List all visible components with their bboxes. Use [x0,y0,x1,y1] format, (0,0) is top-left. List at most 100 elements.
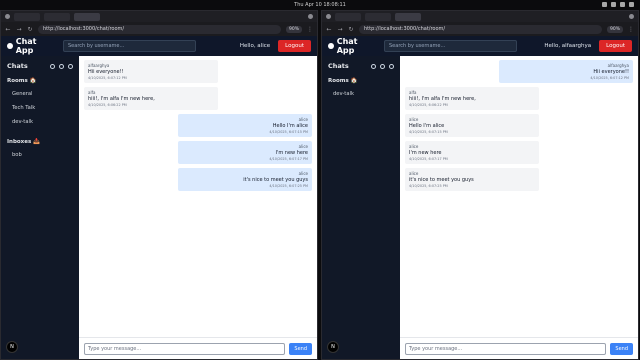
logout-button[interactable]: Logout [278,40,311,52]
zoom-level[interactable]: 90% [606,25,623,33]
settings-icon[interactable] [68,63,73,69]
message-text: hiii!, I'm alfa I'm new here, [409,96,476,102]
menu-icon[interactable]: ⋮ [628,26,634,33]
close-window-icon[interactable] [629,14,634,19]
message-timestamp: 4/10/2025, 6:07:15 PM [269,130,308,134]
close-window-icon[interactable] [308,14,313,19]
user-search-input[interactable]: Search by username... [384,40,517,52]
message-sender: alfa [409,90,417,95]
forward-icon[interactable]: → [337,26,343,33]
message-text: Hello I'm alice [272,123,308,129]
app-brand: Chat App [7,37,55,55]
chat-panel: alfaarghya Hii everyone!! 4/10/2025, 6:0… [400,56,638,359]
new-chat-icon[interactable] [50,63,55,69]
browser-tab[interactable] [335,12,361,21]
message-input[interactable]: Type your message... [405,342,607,355]
inboxes-section-title: Inboxes 📥 [7,139,40,145]
window-menu-icon[interactable] [5,14,10,19]
volume-icon[interactable] [611,2,616,7]
forward-icon[interactable]: → [16,26,22,33]
message-composer: Type your message... Send [400,337,638,359]
back-icon[interactable]: ← [326,26,332,33]
message-input[interactable]: Type your message... [84,342,286,355]
sidebar: Chats Rooms 🏠 General Tech Talk dev-talk… [1,56,79,359]
send-button[interactable]: Send [610,342,633,355]
message-text: it's nice to meet you guys [409,177,474,183]
message-text: I'm new here [275,150,309,156]
sidebar-header: Chats [1,56,79,74]
sidebar-room-item[interactable]: General [1,87,79,101]
message-sender: alfa [88,90,96,95]
address-bar[interactable]: http://localhost:3000/chat/room/ [38,24,281,34]
back-icon[interactable]: ← [5,26,11,33]
sidebar-room-item[interactable]: dev-talk [1,115,79,129]
message-timestamp: 4/10/2025, 6:07:25 PM [409,184,448,188]
message-bubble: alice Hello I'm alice 4/10/2025, 6:07:15… [178,114,312,137]
message-timestamp: 4/10/2025, 6:07:25 PM [269,184,308,188]
message-bubble: alfa hiii!, I'm alfa I'm new here, 4/10/… [84,87,218,110]
reload-icon[interactable]: ↻ [348,26,354,33]
window-menu-icon[interactable] [326,14,331,19]
message-list: alfaarghya Hii everyone!! 4/10/2025, 6:0… [79,56,317,337]
browser-navbar: ← → ↻ http://localhost:3000/chat/room/ 9… [322,22,638,36]
join-room-icon[interactable] [380,63,385,69]
address-bar[interactable]: http://localhost:3000/chat/room/ [359,24,602,34]
chat-app: Chat App Search by username... Hello, al… [1,36,317,359]
sidebar: Chats Rooms 🏠 dev-talk N [322,56,400,359]
browser-tab-active[interactable] [395,12,421,21]
message-sender: alice [298,117,308,122]
logout-button[interactable]: Logout [599,40,632,52]
chat-bubble-icon [7,43,13,49]
message-timestamp: 4/10/2025, 6:06:22 PM [88,103,127,107]
message-text: it's nice to meet you guys [243,177,308,183]
chat-app: Chat App Search by username... Hello, al… [322,36,638,359]
browser-tab[interactable] [14,12,40,21]
message-list: alfaarghya Hii everyone!! 4/10/2025, 6:0… [400,56,638,337]
chat-panel: alfaarghya Hii everyone!! 4/10/2025, 6:0… [79,56,317,359]
avatar[interactable]: N [6,341,18,353]
sidebar-inbox-item[interactable]: bob [1,148,79,162]
message-timestamp: 4/10/2025, 6:06:22 PM [409,103,448,107]
system-top-bar: Thu Apr 10 18:08:11 [0,0,640,10]
chats-title: Chats [328,62,349,70]
browser-window-right: ← → ↻ http://localhost:3000/chat/room/ 9… [321,10,639,360]
message-sender: alice [298,144,308,149]
battery-icon[interactable] [620,2,625,7]
avatar[interactable]: N [327,341,339,353]
user-search-input[interactable]: Search by username... [63,40,196,52]
message-sender: alice [409,144,419,149]
message-text: Hello I'm alice [409,123,445,129]
sidebar-room-item[interactable]: dev-talk [322,87,400,101]
message-timestamp: 4/10/2025, 6:07:12 PM [88,76,127,80]
message-timestamp: 4/10/2025, 6:07:15 PM [409,130,448,134]
app-brand: Chat App [328,37,376,55]
app-title: Chat App [15,37,37,55]
rooms-section-title: Rooms 🏠 [7,78,37,84]
message-sender: alice [298,171,308,176]
message-bubble: alice I'm new here 4/10/2025, 6:07:17 PM [178,141,312,164]
browser-tab[interactable] [44,12,70,21]
message-bubble: alice Hello I'm alice 4/10/2025, 6:07:15… [405,114,539,137]
message-timestamp: 4/10/2025, 6:07:17 PM [269,157,308,161]
reload-icon[interactable]: ↻ [27,26,33,33]
sidebar-room-item[interactable]: Tech Talk [1,101,79,115]
system-clock: Thu Apr 10 18:08:11 [294,2,346,8]
browser-tab[interactable] [365,12,391,21]
message-bubble: alfaarghya Hii everyone!! 4/10/2025, 6:0… [84,60,218,83]
message-bubble: alfaarghya Hii everyone!! 4/10/2025, 6:0… [499,60,633,83]
join-room-icon[interactable] [59,63,64,69]
new-chat-icon[interactable] [371,63,376,69]
message-sender: alfaarghya [607,63,629,68]
message-text: Hii everyone!! [88,69,124,75]
menu-icon[interactable]: ⋮ [307,26,313,33]
power-icon[interactable] [629,2,634,7]
wifi-icon[interactable] [602,2,607,7]
send-button[interactable]: Send [289,342,312,355]
zoom-level[interactable]: 90% [285,25,302,33]
message-text: hiii!, I'm alfa I'm new here, [88,96,155,102]
message-sender: alfaarghya [88,63,110,68]
browser-tab-active[interactable] [74,12,100,21]
tab-strip [1,11,317,22]
message-bubble: alice it's nice to meet you guys 4/10/20… [405,168,539,191]
settings-icon[interactable] [389,63,394,69]
